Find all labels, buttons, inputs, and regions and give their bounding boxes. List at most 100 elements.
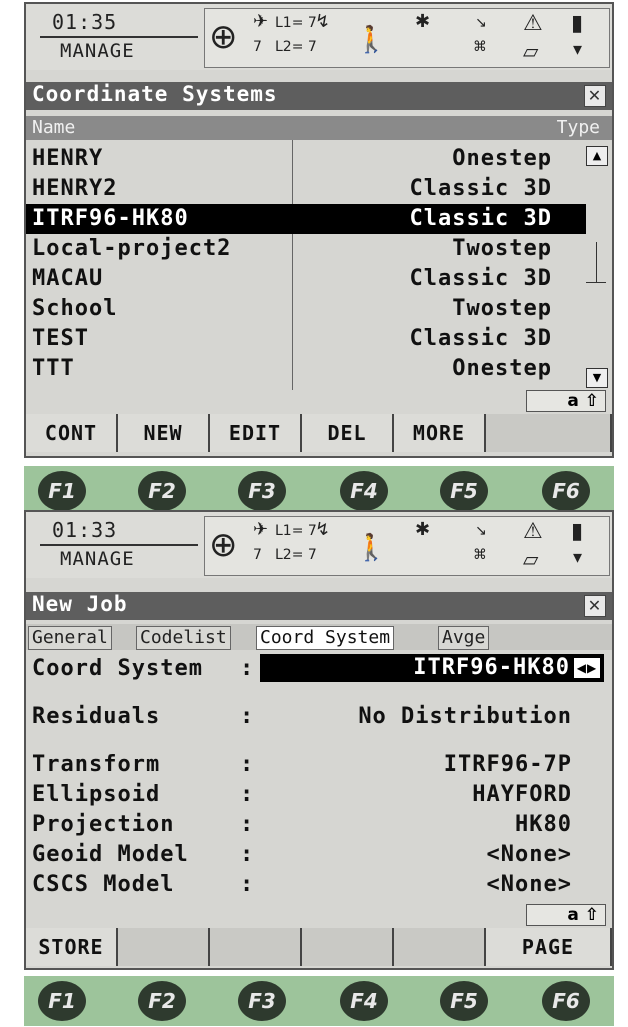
list-item-selected[interactable]: ITRF96-HK80 Classic 3D xyxy=(26,204,586,234)
tab-bar: General Codelist Coord System Avge xyxy=(26,624,612,650)
antenna-icon: ↘ xyxy=(475,523,487,539)
window-title-bar: Coordinate Systems ✕ xyxy=(26,82,612,110)
row-type: Classic 3D xyxy=(409,176,552,201)
device-battery-icon: ▾ xyxy=(573,547,583,568)
column-header-type[interactable]: Type xyxy=(557,117,600,138)
coord-system-selector[interactable]: ITRF96-HK80 ◀▶ xyxy=(260,654,604,682)
row-name: ITRF96-HK80 xyxy=(32,206,189,231)
status-bar: 01:35 MANAGE ⊕ ✈ 7 L1= 7 L2= 7 ↯ 🚶 ✱ ↘ ⌘… xyxy=(26,4,612,70)
field-label: Projection xyxy=(32,812,175,837)
field-label: Geoid Model xyxy=(32,842,189,867)
empty-softkey[interactable] xyxy=(302,928,394,966)
row-name: Local-project2 xyxy=(32,236,232,261)
field-label: CSCS Model xyxy=(32,872,175,897)
new-softkey[interactable]: NEW xyxy=(118,414,210,452)
empty-softkey[interactable] xyxy=(210,928,302,966)
satellite-count: 7 xyxy=(253,547,262,563)
coord-system-label: Coord System xyxy=(32,656,203,681)
rover-icon: 🚶 xyxy=(355,533,388,563)
f3-key[interactable]: F3 xyxy=(238,981,286,1021)
window-title: New Job xyxy=(32,592,128,616)
mode-label: MANAGE xyxy=(60,548,135,570)
input-mode-indicator: a ⇧ xyxy=(526,904,606,926)
row-name: HENRY xyxy=(32,146,104,171)
row-type: Twostep xyxy=(452,236,552,261)
edit-softkey[interactable]: EDIT xyxy=(210,414,302,452)
del-softkey[interactable]: DEL xyxy=(302,414,394,452)
satellite-count: 7 xyxy=(253,39,262,55)
coordinate-systems-screen: 01:35 MANAGE ⊕ ✈ 7 L1= 7 L2= 7 ↯ 🚶 ✱ ↘ ⌘… xyxy=(24,2,614,458)
close-button[interactable]: ✕ xyxy=(584,595,606,617)
mode-label: MANAGE xyxy=(60,40,135,62)
tab-coord-system[interactable]: Coord System xyxy=(256,626,395,650)
row-name: TEST xyxy=(32,326,89,351)
f6-key[interactable]: F6 xyxy=(542,471,590,511)
scroll-up-icon[interactable]: ▲ xyxy=(586,146,608,166)
device-battery-icon: ▾ xyxy=(573,39,583,60)
warning-icon: ⚠ xyxy=(523,519,543,544)
row-type: Twostep xyxy=(452,296,552,321)
rover-icon: 🚶 xyxy=(355,25,388,55)
row-type: Classic 3D xyxy=(409,326,552,351)
cont-softkey[interactable]: CONT xyxy=(26,414,118,452)
satellite-signal-icon: ⌘ xyxy=(473,547,487,563)
row-name: MACAU xyxy=(32,266,104,291)
page-softkey[interactable]: PAGE xyxy=(486,928,612,966)
more-softkey[interactable]: MORE xyxy=(394,414,486,452)
left-right-arrows-icon[interactable]: ◀▶ xyxy=(574,658,600,678)
scrollbar[interactable]: ▲ ▼ xyxy=(586,146,608,390)
f4-key[interactable]: F4 xyxy=(340,471,388,511)
column-header-name[interactable]: Name xyxy=(32,117,75,138)
close-button[interactable]: ✕ xyxy=(584,85,606,107)
f3-key[interactable]: F3 xyxy=(238,471,286,511)
colon: : xyxy=(240,704,255,729)
tab-general[interactable]: General xyxy=(28,626,112,650)
window-title-bar: New Job ✕ xyxy=(26,592,612,620)
projection-row: Projection : HK80 xyxy=(26,810,612,840)
antenna-icon: ↘ xyxy=(475,15,487,31)
f1-key[interactable]: F1 xyxy=(38,471,86,511)
list-item[interactable]: MACAU Classic 3D xyxy=(26,264,586,294)
window-title: Coordinate Systems xyxy=(32,82,278,106)
list-item[interactable]: TTT Onestep xyxy=(26,354,586,384)
bluetooth-icon: ✱ xyxy=(415,11,431,32)
f2-key[interactable]: F2 xyxy=(138,471,186,511)
position-crosshair-icon: ⊕ xyxy=(209,525,238,565)
store-softkey[interactable]: STORE xyxy=(26,928,118,966)
empty-softkey[interactable] xyxy=(486,414,612,452)
field-value: No Distribution xyxy=(358,704,572,729)
ellipsoid-row: Ellipsoid : HAYFORD xyxy=(26,780,612,810)
field-label: Ellipsoid xyxy=(32,782,161,807)
memory-card-icon: ▱ xyxy=(523,39,539,63)
tab-avge[interactable]: Avge xyxy=(438,626,490,650)
l1-count: L1= 7 xyxy=(275,15,317,31)
colon: : xyxy=(240,872,255,897)
colon: : xyxy=(240,842,255,867)
f5-key[interactable]: F5 xyxy=(440,471,488,511)
memory-card-icon: ▱ xyxy=(523,547,539,571)
scroll-thumb[interactable] xyxy=(596,242,597,282)
row-type: Classic 3D xyxy=(409,266,552,291)
list-item[interactable]: HENRY2 Classic 3D xyxy=(26,174,586,204)
list-item[interactable]: Local-project2 Twostep xyxy=(26,234,586,264)
empty-softkey[interactable] xyxy=(118,928,210,966)
battery-icon: ▮ xyxy=(571,519,584,544)
list-header: Name Type xyxy=(26,116,612,140)
field-value: ITRF96-7P xyxy=(443,752,572,777)
colon: : xyxy=(240,782,255,807)
l2-count: L2= 7 xyxy=(275,39,317,55)
empty-softkey[interactable] xyxy=(394,928,486,966)
f1-key[interactable]: F1 xyxy=(38,981,86,1021)
f2-key[interactable]: F2 xyxy=(138,981,186,1021)
list-item[interactable]: HENRY Onestep xyxy=(26,144,586,174)
scroll-down-icon[interactable]: ▼ xyxy=(586,368,608,388)
f5-key[interactable]: F5 xyxy=(440,981,488,1021)
list-item[interactable]: School Twostep xyxy=(26,294,586,324)
time-mode-box: 01:33 MANAGE xyxy=(34,518,200,572)
tab-codelist[interactable]: Codelist xyxy=(136,626,231,650)
list-item[interactable]: TEST Classic 3D xyxy=(26,324,586,354)
field-value: HK80 xyxy=(515,812,572,837)
warning-icon: ⚠ xyxy=(523,11,543,36)
f6-key[interactable]: F6 xyxy=(542,981,590,1021)
f4-key[interactable]: F4 xyxy=(340,981,388,1021)
